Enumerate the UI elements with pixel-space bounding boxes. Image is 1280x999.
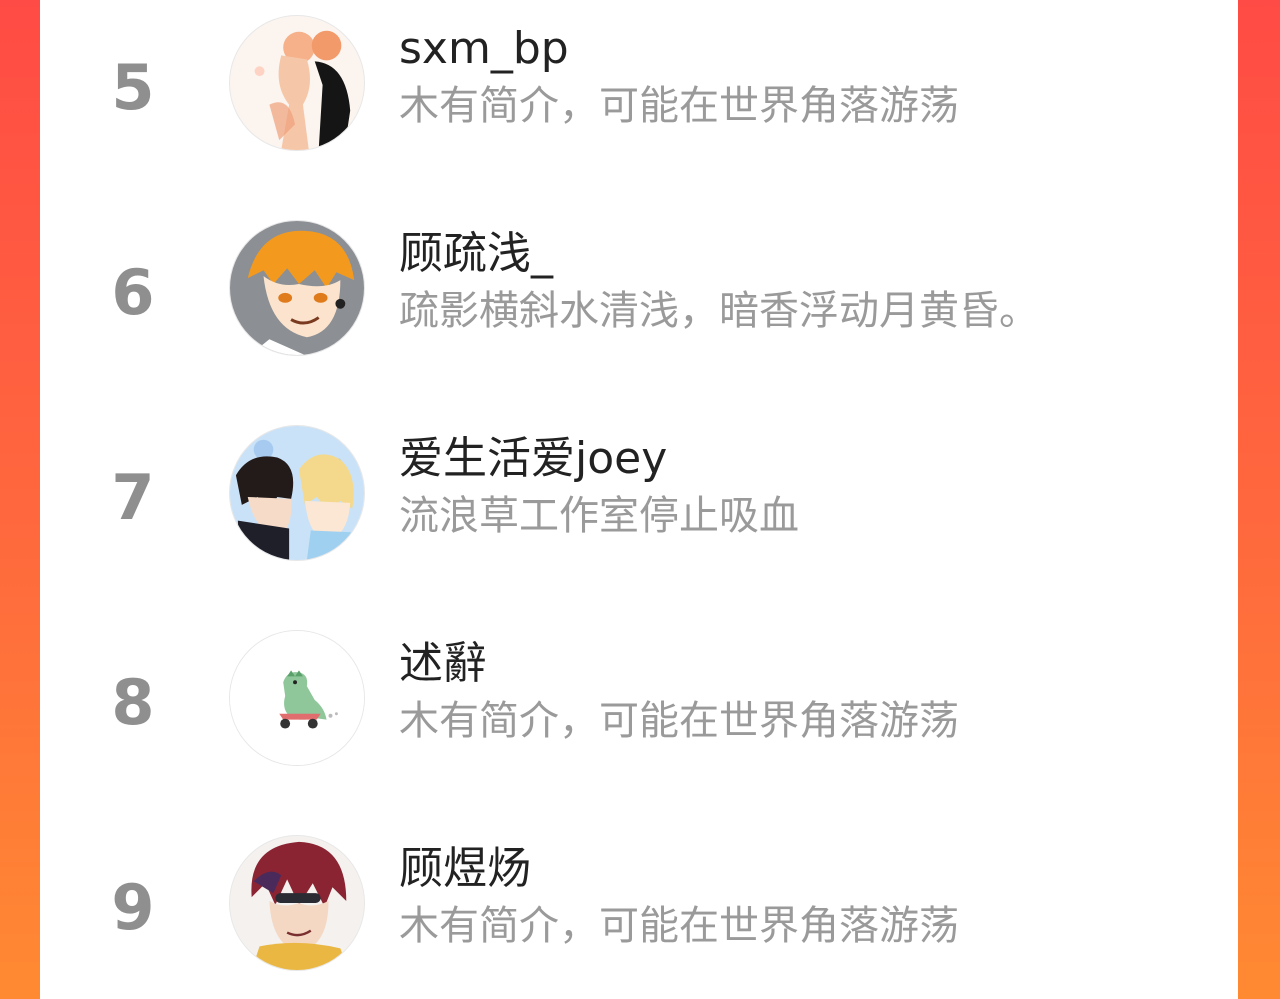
username[interactable]: 顾疏浅_ — [399, 228, 553, 280]
rank-number: 6 — [111, 256, 155, 329]
list-item[interactable]: 7 爱生活爱joey 流浪草工作室停止吸血 — [40, 415, 1238, 565]
rank-number: 5 — [111, 51, 155, 124]
ranking-list: 5 sxm_bp 木有简介，可能在世界角落游荡 6 顾疏浅_ 疏影横斜水清浅，暗… — [40, 0, 1238, 999]
list-item[interactable]: 9 顾煜炀 木有简介，可能在世界角落游荡 — [40, 825, 1238, 975]
rank-number: 9 — [111, 871, 155, 944]
red-hair-anime-avatar-icon[interactable] — [229, 835, 365, 971]
list-item[interactable]: 5 sxm_bp 木有简介，可能在世界角落游荡 — [40, 5, 1238, 155]
two-chibi-anime-avatar-icon[interactable] — [229, 425, 365, 561]
list-item[interactable]: 6 顾疏浅_ 疏影横斜水清浅，暗香浮动月黄昏。 — [40, 210, 1238, 360]
couple-anime-avatar-icon[interactable] — [229, 15, 365, 151]
list-item[interactable]: 8 述辭 木有简介，可能在世界角落游荡 — [40, 620, 1238, 770]
user-bio: 木有简介，可能在世界角落游荡 — [399, 698, 959, 744]
rank-number: 7 — [111, 461, 155, 534]
user-bio: 疏影横斜水清浅，暗香浮动月黄昏。 — [399, 288, 1039, 334]
user-bio: 木有简介，可能在世界角落游荡 — [399, 903, 959, 949]
username[interactable]: 顾煜炀 — [399, 843, 531, 895]
green-dinosaur-avatar-icon[interactable] — [229, 630, 365, 766]
ranking-panel: 5 sxm_bp 木有简介，可能在世界角落游荡 6 顾疏浅_ 疏影横斜水清浅，暗… — [40, 0, 1238, 999]
username[interactable]: 爱生活爱joey — [399, 433, 667, 485]
user-bio: 流浪草工作室停止吸血 — [399, 493, 799, 539]
username[interactable]: 述辭 — [399, 638, 487, 690]
username[interactable]: sxm_bp — [399, 23, 569, 75]
orange-hair-anime-avatar-icon[interactable] — [229, 220, 365, 356]
rank-number: 8 — [111, 666, 155, 739]
user-bio: 木有简介，可能在世界角落游荡 — [399, 83, 959, 129]
